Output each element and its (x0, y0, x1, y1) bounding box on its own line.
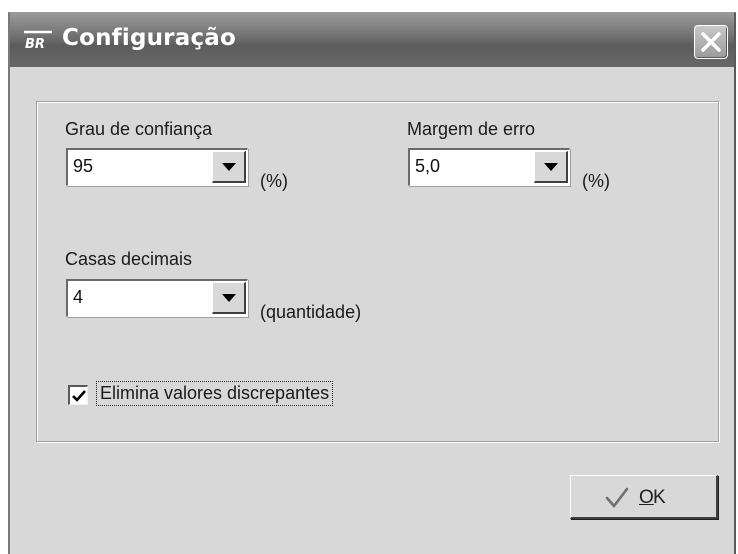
margin-combo[interactable]: 5,0 (408, 148, 570, 186)
confidence-label: Grau de confiança (65, 119, 213, 139)
decimals-unit: (quantidade) (260, 302, 362, 322)
margin-dropdown-button[interactable] (534, 151, 568, 183)
checkmark-icon (72, 390, 86, 402)
ok-label: K (653, 487, 666, 508)
outliers-checkbox-label[interactable]: Elimina valores discrepantes (95, 381, 334, 406)
confidence-unit: (%) (260, 171, 288, 191)
decimals-dropdown-button[interactable] (212, 282, 246, 314)
chevron-down-icon (222, 294, 236, 302)
decimals-value: 4 (73, 287, 84, 307)
checkmark-icon (605, 487, 629, 509)
confidence-dropdown-button[interactable] (212, 151, 246, 183)
confidence-value: 95 (73, 156, 94, 176)
chevron-down-icon (222, 163, 236, 171)
title-bar[interactable]: BR Configuração (10, 13, 734, 67)
margin-value: 5,0 (415, 156, 441, 176)
margin-label: Margem de erro (407, 119, 536, 139)
decimals-combo[interactable]: 4 (66, 279, 248, 317)
close-button[interactable] (694, 25, 728, 59)
svg-text:BR: BR (25, 37, 45, 52)
ok-button[interactable]: O K (570, 475, 718, 519)
app-logo-icon: BR (24, 30, 52, 52)
close-icon (701, 32, 721, 52)
chevron-down-icon (544, 163, 558, 171)
configuration-dialog: BR Configuração Grau de confiança 95 (%)… (8, 12, 736, 554)
decimals-label: Casas decimais (65, 249, 193, 269)
margin-unit: (%) (582, 171, 610, 191)
ok-mnemonic: O (639, 487, 654, 508)
window-title: Configuração (62, 25, 237, 51)
outliers-checkbox[interactable] (68, 385, 88, 405)
confidence-combo[interactable]: 95 (66, 148, 248, 186)
